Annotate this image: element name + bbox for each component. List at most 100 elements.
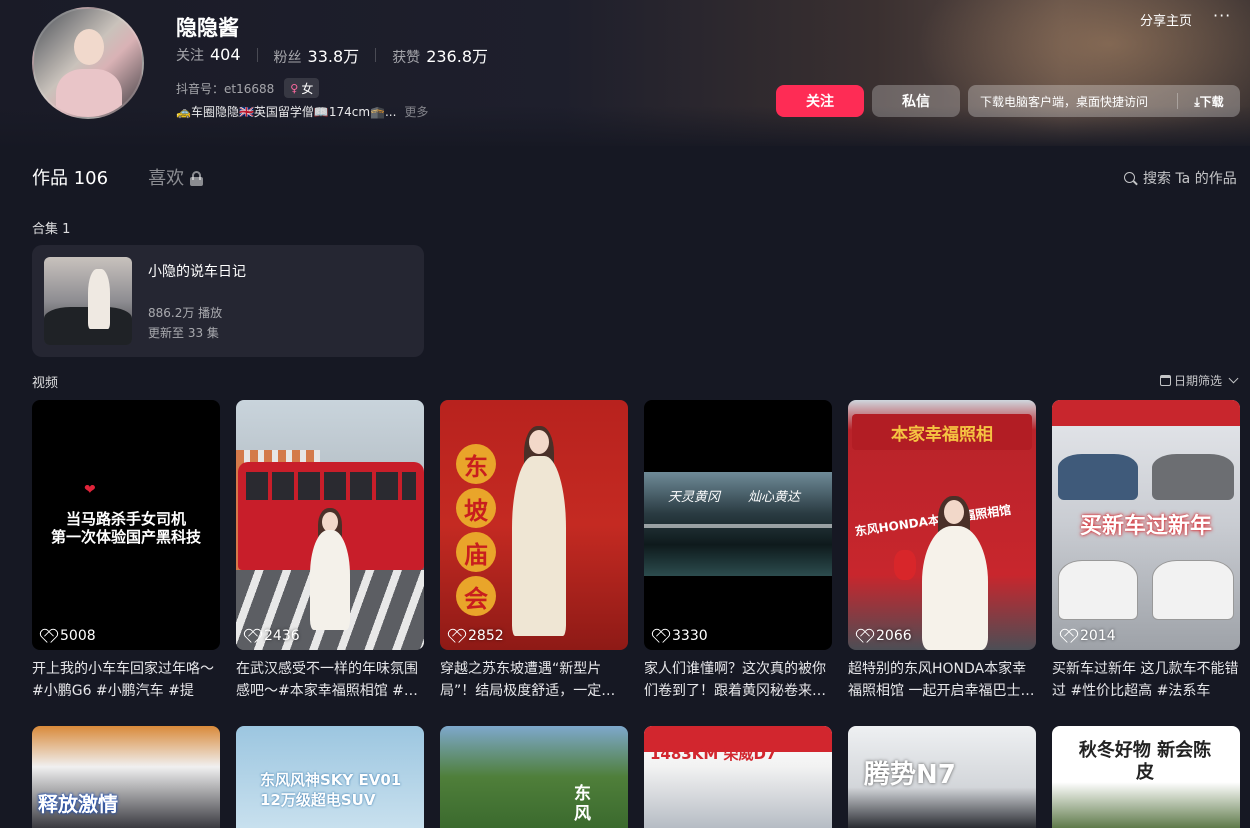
bio-text: 🚕车圈隐隐🇬🇧英国留学僧📖174cm🕋... <box>176 105 397 119</box>
video-likes: 2014 <box>1061 628 1116 644</box>
female-icon: ♀ <box>290 81 299 95</box>
stat-likes-value: 236.8万 <box>426 47 488 66</box>
thumbnail-light-strip <box>644 524 832 528</box>
stat-following-label: 关注 <box>176 48 204 64</box>
download-button[interactable]: ⤓下载 <box>1178 93 1240 110</box>
bio-more-link[interactable]: 更多 <box>404 103 428 120</box>
collection-title: 小隐的说车日记 <box>148 264 246 280</box>
message-button[interactable]: 私信 <box>872 85 960 117</box>
video-description: 开上我的小车车回家过年咯～#小鹏G6 #小鹏汽车 #提车… <box>32 661 214 699</box>
video-likes-count: 3330 <box>672 628 708 644</box>
heart-emoji-icon: ❤ <box>84 482 96 498</box>
video-thumbnail: 本家幸福照相 东风HONDA本家幸福照相馆 2066 <box>848 400 1036 650</box>
avatar[interactable] <box>32 7 144 119</box>
video-likes-count: 2436 <box>264 628 300 644</box>
video-thumbnail: ❤ 当马路杀手女司机 第一次体验国产黑科技 5008 <box>32 400 220 650</box>
heart-icon <box>857 630 871 643</box>
video-likes-count: 2852 <box>468 628 504 644</box>
video-card[interactable]: 天灵黄冈 灿心黄达 3330 家人们谁懂啊？这次真的被你们卷到了！跟着黄冈秘卷来… <box>644 400 832 702</box>
video-likes: 5008 <box>41 628 96 644</box>
video-overlay-line: 1483KM 荣威D7 <box>650 745 777 763</box>
video-card[interactable]: 2436 在武汉感受不一样的年味氛围感吧～#本家幸福照相馆 #… <box>236 400 424 702</box>
video-thumbnail: 1483KM 荣威D7 <box>644 726 832 828</box>
search-works-button[interactable]: 搜索 Ta 的作品 <box>1124 168 1237 188</box>
avatar-body <box>56 69 122 117</box>
thumbnail-lantern <box>894 550 916 580</box>
overlay-char: 会 <box>456 576 496 616</box>
collection-update: 更新至 33 集 <box>148 326 219 340</box>
video-card[interactable]: 释放激情 <box>32 726 220 828</box>
share-profile-link[interactable]: 分享主页 <box>1140 10 1192 29</box>
video-card[interactable]: 秋冬好物 新会陈皮 <box>1052 726 1240 828</box>
video-overlay-line: 本家幸福照相 <box>852 414 1032 450</box>
thumbnail-bus-windows <box>246 472 416 500</box>
video-card[interactable]: 1483KM 荣威D7 <box>644 726 832 828</box>
video-card[interactable]: 东 坡 庙 会 2852 穿越之苏东坡遭遇“新型片局”！结局极度舒适，一定… <box>440 400 628 702</box>
video-overlay-line: 秋冬好物 新会陈皮 <box>1078 740 1212 783</box>
follow-button[interactable]: 关注 <box>776 85 864 117</box>
lock-icon <box>190 170 204 186</box>
video-card[interactable]: 本家幸福照相 东风HONDA本家幸福照相馆 2066 超特别的东风HONDA本家… <box>848 400 1036 702</box>
stat-followers-label: 粉丝 <box>273 50 302 66</box>
heart-icon <box>653 630 667 643</box>
video-thumbnail: 东风 <box>440 726 628 828</box>
stat-followers[interactable]: 粉丝 33.8万 <box>274 43 360 67</box>
thumbnail-car <box>1058 560 1138 620</box>
video-thumbnail: 东 坡 庙 会 2852 <box>440 400 628 650</box>
avatar-face <box>74 29 104 65</box>
video-likes-count: 2066 <box>876 628 912 644</box>
heart-icon <box>245 630 259 643</box>
video-card[interactable]: 东风风神SKY EV01 12万级超电SUV <box>236 726 424 828</box>
stat-likes: 获赞 236.8万 <box>392 43 488 67</box>
download-client-text: 下载电脑客户端，桌面快捷访问 <box>980 94 1149 109</box>
date-filter-dropdown[interactable]: 日期筛选 <box>1160 372 1239 389</box>
overlay-char: 坡 <box>456 488 496 528</box>
video-card[interactable]: 买新车过新年 2014 买新车过新年 这几款车不能错过 #性价比超高 #法系车 … <box>1052 400 1240 702</box>
stat-divider <box>375 48 377 62</box>
video-thumbnail: 天灵黄冈 灿心黄达 3330 <box>644 400 832 650</box>
search-icon <box>1124 171 1138 185</box>
stat-following-value: 404 <box>210 45 241 64</box>
video-card[interactable]: ❤ 当马路杀手女司机 第一次体验国产黑科技 5008 开上我的小车车回家过年咯～… <box>32 400 220 702</box>
video-likes: 2436 <box>245 628 300 644</box>
video-description: 超特别的东风HONDA本家幸福照相馆 一起开启幸福巴士… <box>848 661 1035 699</box>
video-description: 家人们谁懂啊？这次真的被你们卷到了！跟着黄冈秘卷来… <box>644 661 826 699</box>
video-overlay-line: 第一次体验国产黑科技 <box>50 528 201 546</box>
video-likes-count: 2014 <box>1080 628 1116 644</box>
date-filter-label: 日期筛选 <box>1174 374 1223 388</box>
video-card[interactable]: 腾势N7 <box>848 726 1036 828</box>
nickname: 隐隐酱 <box>176 16 239 40</box>
profile-stats: 关注 404 粉丝 33.8万 获赞 236.8万 <box>176 44 488 66</box>
collection-thumbnail <box>44 257 132 345</box>
thumbnail-person <box>88 269 110 329</box>
douyin-id: 抖音号：et16688 <box>176 81 275 96</box>
video-description: 在武汉感受不一样的年味氛围感吧～#本家幸福照相馆 #… <box>236 661 418 699</box>
stat-followers-value: 33.8万 <box>307 47 360 66</box>
stat-following[interactable]: 关注 404 <box>176 45 241 65</box>
overlay-char: 庙 <box>456 532 496 572</box>
video-likes: 2066 <box>857 628 912 644</box>
video-description: 买新车过新年 这几款车不能错过 #性价比超高 #法系车 #… <box>1052 661 1239 699</box>
more-options-icon[interactable]: ··· <box>1213 6 1231 25</box>
stat-divider <box>256 48 258 62</box>
calendar-icon <box>1160 375 1171 386</box>
tab-works[interactable]: 作品 106 <box>32 164 108 190</box>
video-overlay-vertical: 东 坡 庙 会 <box>456 444 498 616</box>
bio: 🚕车圈隐隐🇬🇧英国留学僧📖174cm🕋... 更多 <box>176 103 428 120</box>
video-overlay-line: 灿心黄达 <box>748 490 801 505</box>
video-likes-count: 5008 <box>60 628 96 644</box>
overlay-char: 东 <box>456 444 496 484</box>
video-card[interactable]: 东风 <box>440 726 628 828</box>
video-thumbnail: 买新车过新年 2014 <box>1052 400 1240 650</box>
chevron-down-icon <box>1228 373 1239 384</box>
video-likes: 2852 <box>449 628 504 644</box>
video-overlay-line: 腾势N7 <box>864 760 956 790</box>
tab-likes[interactable]: 喜欢 <box>148 164 204 190</box>
tab-works-label: 作品 106 <box>32 168 109 189</box>
thumbnail-banner <box>1052 400 1240 426</box>
search-works-label: 搜索 Ta 的作品 <box>1143 171 1237 187</box>
download-client-banner: 下载电脑客户端，桌面快捷访问 ⤓下载 <box>968 85 1240 117</box>
gender-label: 女 <box>301 81 314 96</box>
collection-plays: 886.2万 播放 <box>148 306 223 320</box>
profile-meta: 抖音号：et16688 ♀ 女 <box>176 78 320 98</box>
